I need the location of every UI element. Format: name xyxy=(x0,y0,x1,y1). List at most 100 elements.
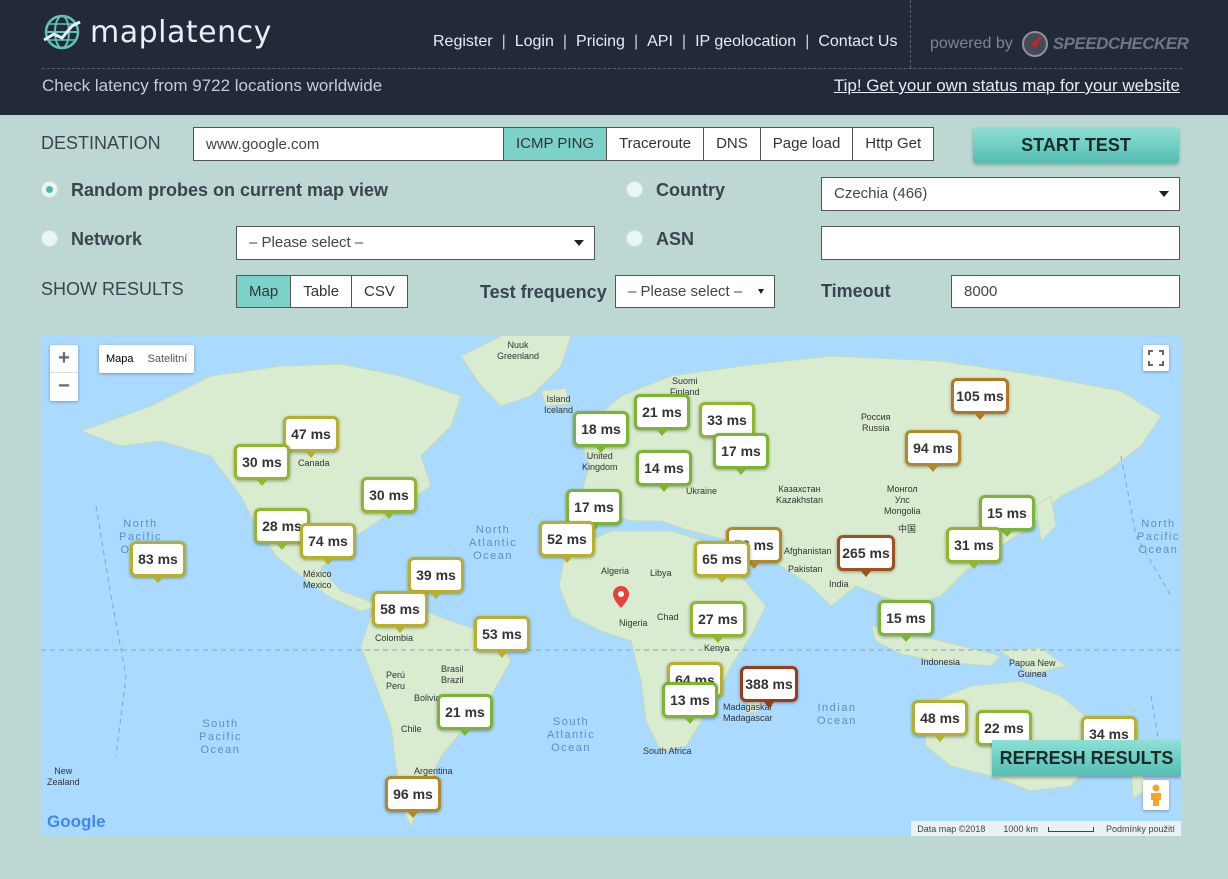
chevron-down-icon xyxy=(758,289,764,294)
test-frequency-select[interactable]: – Please select – xyxy=(615,275,775,308)
country-select-value: Czechia (466) xyxy=(834,185,928,202)
latency-marker[interactable]: 96 ms xyxy=(385,776,441,818)
map-type-map[interactable]: Mapa xyxy=(99,345,141,373)
latency-marker[interactable]: 18 ms xyxy=(573,411,629,453)
network-radio[interactable] xyxy=(41,230,58,247)
map-terms-link[interactable]: Podmínky použití xyxy=(1100,824,1181,834)
latency-marker[interactable]: 13 ms xyxy=(662,682,718,724)
header-divider xyxy=(42,68,1182,69)
latency-marker[interactable]: 30 ms xyxy=(234,444,290,486)
place-label: Ukraine xyxy=(686,486,718,496)
test-type-http-get[interactable]: Http Get xyxy=(852,128,933,160)
start-test-button[interactable]: START TEST xyxy=(973,127,1179,163)
status-map-tip-link[interactable]: Tip! Get your own status map for your we… xyxy=(834,76,1180,96)
latency-marker[interactable]: 14 ms xyxy=(636,450,692,492)
place-label: México Mexico xyxy=(303,569,332,590)
network-label: Network xyxy=(71,229,143,249)
test-type-traceroute[interactable]: Traceroute xyxy=(606,128,703,160)
latency-marker[interactable]: 52 ms xyxy=(539,521,595,563)
place-label: Pakistan xyxy=(788,564,823,574)
place-label: Brasil Brazil xyxy=(441,664,464,685)
latency-marker[interactable]: 17 ms xyxy=(566,489,622,531)
latency-marker[interactable]: 39 ms xyxy=(408,557,464,599)
nav-ip-geolocation[interactable]: IP geolocation xyxy=(695,33,796,51)
nav-login[interactable]: Login xyxy=(515,33,554,51)
map-type-control: Mapa Satelitní xyxy=(99,345,195,373)
asn-input[interactable] xyxy=(821,226,1180,260)
destination-pin-icon xyxy=(613,586,629,608)
latency-marker[interactable]: 48 ms xyxy=(912,700,968,742)
random-probes-radio[interactable] xyxy=(41,181,58,198)
country-select[interactable]: Czechia (466) xyxy=(821,177,1180,211)
speedchecker-brand: SPEEDCHECKER xyxy=(1052,34,1189,53)
test-type-page-load[interactable]: Page load xyxy=(759,128,853,160)
map-attribution: Data map ©2018 1000 km Podmínky použití xyxy=(911,821,1181,836)
test-type-dns[interactable]: DNS xyxy=(703,128,760,160)
nav-separator: | xyxy=(562,33,568,50)
ocean-label: Indian Ocean xyxy=(817,702,857,727)
map-type-satellite[interactable]: Satelitní xyxy=(141,345,195,373)
ocean-label: South Pacific Ocean xyxy=(199,718,242,756)
site-logo[interactable]: maplatency xyxy=(42,12,272,52)
latency-marker[interactable]: 105 ms xyxy=(951,378,1009,420)
place-label: 中国 xyxy=(898,524,917,534)
powered-by[interactable]: powered by SPEEDCHECKER xyxy=(930,30,1189,58)
latency-marker[interactable]: 21 ms xyxy=(437,694,493,736)
destination-input[interactable]: www.google.com xyxy=(193,127,504,161)
country-label: Country xyxy=(656,180,725,200)
latency-marker[interactable]: 17 ms xyxy=(713,433,769,475)
test-type-icmp-ping[interactable]: ICMP PING xyxy=(504,128,607,160)
nav-separator: | xyxy=(681,33,687,50)
refresh-results-button[interactable]: REFRESH RESULTS xyxy=(992,740,1181,776)
timeout-input[interactable]: 8000 xyxy=(951,275,1180,308)
tagline: Check latency from 9722 locations worldw… xyxy=(42,76,383,95)
place-label: Papua New Guinea xyxy=(1009,658,1056,679)
scale-bar xyxy=(1047,826,1094,832)
place-label: Canada xyxy=(298,458,330,468)
place-label: Indonesia xyxy=(921,657,961,667)
latency-marker[interactable]: 58 ms xyxy=(372,591,428,633)
latency-marker[interactable]: 31 ms xyxy=(946,527,1002,569)
map-scale-label: 1000 km xyxy=(1003,823,1038,834)
latency-marker[interactable]: 74 ms xyxy=(300,523,356,565)
latency-marker[interactable]: 388 ms xyxy=(740,666,798,708)
latency-marker[interactable]: 265 ms xyxy=(837,535,895,577)
place-label: Chile xyxy=(401,724,422,734)
nav-pricing[interactable]: Pricing xyxy=(576,33,625,51)
latency-marker[interactable]: 21 ms xyxy=(634,394,690,436)
network-select[interactable]: – Please select – xyxy=(236,226,595,260)
latency-marker[interactable]: 15 ms xyxy=(979,495,1035,537)
street-view-button[interactable] xyxy=(1143,780,1169,810)
latency-marker[interactable]: 15 ms xyxy=(878,600,934,642)
fullscreen-button[interactable] xyxy=(1143,345,1169,371)
latency-marker[interactable]: 30 ms xyxy=(361,477,417,519)
place-label: Монгол Улс Mongolia xyxy=(884,484,921,516)
place-label: Afghanistan xyxy=(784,546,832,556)
nav-contact-us[interactable]: Contact Us xyxy=(818,33,897,51)
nav-register[interactable]: Register xyxy=(433,33,493,51)
nav-separator: | xyxy=(805,33,810,50)
view-map[interactable]: Map xyxy=(237,276,291,307)
view-csv[interactable]: CSV xyxy=(351,276,407,307)
latency-marker[interactable]: 47 ms xyxy=(283,416,339,458)
view-table[interactable]: Table xyxy=(290,276,351,307)
nav-api[interactable]: API xyxy=(647,33,673,51)
place-label: Россия Russia xyxy=(861,412,891,433)
latency-marker[interactable]: 65 ms xyxy=(694,541,750,583)
place-label: South Africa xyxy=(643,746,692,756)
place-label: Chad xyxy=(657,612,679,622)
fullscreen-icon xyxy=(1148,350,1164,366)
google-logo-text: Google xyxy=(47,812,106,831)
latency-marker[interactable]: 27 ms xyxy=(690,601,746,643)
country-radio[interactable] xyxy=(626,181,643,198)
show-results-label: SHOW RESULTS xyxy=(41,279,184,299)
latency-marker[interactable]: 83 ms xyxy=(130,541,186,583)
zoom-control: + − xyxy=(50,345,78,401)
nav-separator: | xyxy=(633,33,639,50)
latency-marker[interactable]: 94 ms xyxy=(905,430,961,472)
latency-marker[interactable]: 53 ms xyxy=(474,616,530,658)
zoom-out-button[interactable]: − xyxy=(50,373,78,401)
latency-map[interactable]: Nuuk Greenland Island Iceland Suomi Finlan… xyxy=(41,336,1181,836)
zoom-in-button[interactable]: + xyxy=(50,345,78,373)
asn-radio[interactable] xyxy=(626,230,643,247)
